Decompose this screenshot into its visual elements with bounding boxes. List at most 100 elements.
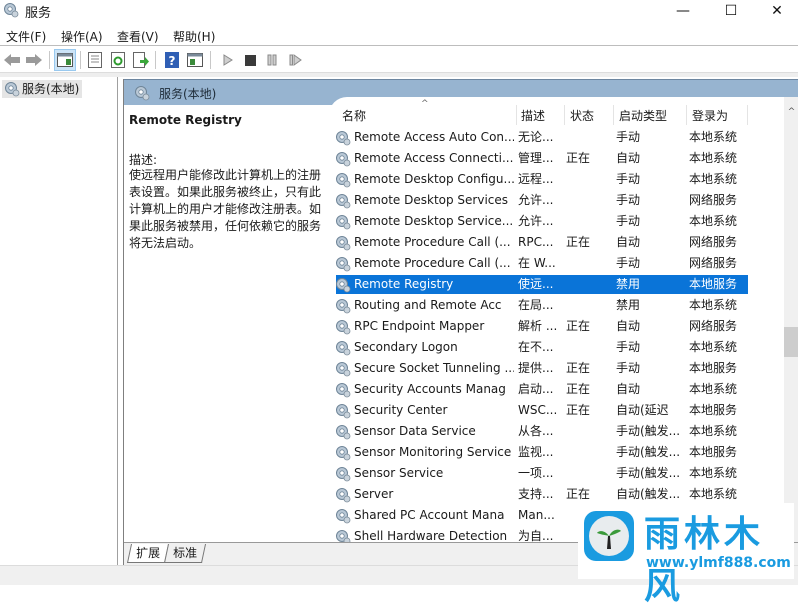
service-gear-icon xyxy=(336,509,351,524)
service-gear-icon xyxy=(336,257,351,272)
export-list-button[interactable] xyxy=(131,50,151,70)
title-bar: 服务 — ☐ ✕ xyxy=(0,0,798,22)
gear-icon xyxy=(5,82,20,97)
service-row[interactable]: Remote Desktop Services 允许... 手动 网络服务 xyxy=(329,190,749,211)
minimize-button[interactable]: — xyxy=(660,0,706,22)
column-divider[interactable] xyxy=(613,105,614,125)
vertical-scrollbar[interactable]: ^ xyxy=(784,97,798,542)
properties-button[interactable] xyxy=(85,50,105,70)
close-button[interactable]: ✕ xyxy=(754,0,798,22)
service-status: 正在 xyxy=(566,382,591,396)
scroll-up-icon[interactable]: ^ xyxy=(784,107,798,122)
show-hide-action-pane-button[interactable] xyxy=(185,50,205,70)
stop-service-button[interactable] xyxy=(240,50,260,70)
maximize-button[interactable]: ☐ xyxy=(708,0,754,22)
console-tree-icon xyxy=(57,53,73,67)
service-gear-icon xyxy=(336,194,351,209)
service-status: 正在 xyxy=(566,403,591,417)
service-row[interactable]: Remote Procedure Call (... RPC... 正在 自动 网络服务 xyxy=(329,232,749,253)
service-row[interactable]: Server 支持... 正在 自动(触发... 本地系统 xyxy=(329,484,749,505)
scrollbar-thumb[interactable] xyxy=(784,327,798,357)
menu-view[interactable]: 查看(V) xyxy=(117,28,159,45)
service-name: Remote Access Auto Con... xyxy=(354,130,514,144)
service-description-cell: 在不... xyxy=(518,340,554,354)
service-description-cell: 管理... xyxy=(518,151,554,165)
service-name: Remote Desktop Service... xyxy=(354,214,514,228)
service-gear-icon xyxy=(336,341,351,356)
service-log-on-as: 本地服务 xyxy=(689,445,738,459)
service-description-cell: 在 W... xyxy=(518,256,556,270)
toolbar-separator xyxy=(210,51,211,69)
close-icon: ✕ xyxy=(771,3,783,19)
service-status: 正在 xyxy=(566,319,591,333)
service-gear-icon xyxy=(336,404,351,419)
selected-service-name: Remote Registry xyxy=(129,113,242,127)
column-divider[interactable] xyxy=(686,105,687,125)
service-gear-icon xyxy=(336,383,351,398)
service-status: 正在 xyxy=(566,235,591,249)
service-description-cell: 从各... xyxy=(518,424,554,438)
service-description-cell: 监视... xyxy=(518,445,554,459)
play-icon xyxy=(223,54,233,66)
service-gear-icon xyxy=(336,467,351,482)
refresh-button[interactable] xyxy=(108,50,128,70)
column-header-startup-type[interactable]: 启动类型 xyxy=(619,107,667,127)
column-header-description[interactable]: 描述 xyxy=(521,107,545,127)
menu-help[interactable]: 帮助(H) xyxy=(173,28,215,45)
service-row[interactable]: Remote Access Auto Con... 无论... 手动 本地系统 xyxy=(329,127,749,148)
svg-text:?: ? xyxy=(169,54,176,68)
service-row[interactable]: Sensor Data Service 从各... 手动(触发... 本地系统 xyxy=(329,421,749,442)
column-divider[interactable] xyxy=(747,105,748,125)
toolbar-separator xyxy=(49,51,50,69)
service-row[interactable]: Remote Desktop Service... 允许... 手动 本地系统 xyxy=(329,211,749,232)
forward-button[interactable] xyxy=(24,50,44,70)
service-gear-icon xyxy=(336,446,351,461)
service-startup-type: 自动 xyxy=(616,319,641,333)
menu-file[interactable]: 文件(F) xyxy=(6,28,46,45)
column-header-log-on-as[interactable]: 登录为 xyxy=(692,107,728,127)
column-header-status[interactable]: 状态 xyxy=(570,107,594,127)
service-row[interactable]: Secure Socket Tunneling ... 提供... 正在 手动 本地服务 xyxy=(329,358,749,379)
service-row[interactable]: Remote Registry 使远... 禁用 本地服务 xyxy=(329,274,749,295)
service-row[interactable]: RPC Endpoint Mapper 解析 ... 正在 自动 网络服务 xyxy=(329,316,749,337)
service-row[interactable]: Remote Procedure Call (... 在 W... 手动 网络服务 xyxy=(329,253,749,274)
pause-service-button[interactable] xyxy=(262,50,282,70)
column-header-name[interactable]: 名称 xyxy=(342,107,366,127)
services-list: ^ 名称 描述 状态 启动类型 登录为 Remote Access Auto C… xyxy=(329,97,798,542)
menu-action[interactable]: 操作(A) xyxy=(61,28,103,45)
tab-extended[interactable]: 扩展 xyxy=(126,544,170,563)
service-row[interactable]: Sensor Service 一项... 手动(触发... 本地系统 xyxy=(329,463,749,484)
service-log-on-as: 本地系统 xyxy=(689,487,738,501)
back-button[interactable] xyxy=(2,50,22,70)
service-log-on-as: 本地系统 xyxy=(689,130,738,144)
service-description-cell: RPC... xyxy=(518,235,554,249)
service-name: Sensor Monitoring Service xyxy=(354,445,512,459)
pane-header-title: 服务(本地) xyxy=(159,87,217,101)
service-name: Security Accounts Manag xyxy=(354,382,506,396)
service-row[interactable]: Security Accounts Manag 启动... 正在 自动 本地系统 xyxy=(329,379,749,400)
tree-item-services-local[interactable]: 服务(本地) xyxy=(2,80,83,98)
column-divider[interactable] xyxy=(564,105,565,125)
service-log-on-as: 本地服务 xyxy=(689,361,738,375)
service-row[interactable]: Secondary Logon 在不... 手动 本地系统 xyxy=(329,337,749,358)
tree-item-label: 服务(本地) xyxy=(22,82,80,96)
help-button[interactable]: ? xyxy=(162,50,182,70)
service-log-on-as: 网络服务 xyxy=(689,193,738,207)
service-startup-type: 禁用 xyxy=(616,298,641,312)
start-service-button[interactable] xyxy=(218,50,238,70)
service-log-on-as: 本地系统 xyxy=(689,424,738,438)
restart-service-button[interactable] xyxy=(285,50,305,70)
service-row[interactable]: Security Center WSC... 正在 自动(延迟 本地服务 xyxy=(329,400,749,421)
gear-icon xyxy=(135,86,150,101)
tab-standard[interactable]: 标准 xyxy=(163,544,207,563)
service-row[interactable]: Sensor Monitoring Service 监视... 手动(触发... 本地… xyxy=(329,442,749,463)
watermark-url: www.ylmf888.com xyxy=(646,555,791,571)
service-row[interactable]: Remote Desktop Configu... 远程... 手动 本地系统 xyxy=(329,169,749,190)
service-row[interactable]: Remote Access Connecti... 管理... 正在 自动 本地系统 xyxy=(329,148,749,169)
action-pane-icon xyxy=(187,53,203,67)
column-divider[interactable] xyxy=(516,105,517,125)
service-description-cell: 为自... xyxy=(518,529,554,542)
service-row[interactable]: Routing and Remote Acc 在局... 禁用 本地系统 xyxy=(329,295,749,316)
service-name: Remote Registry xyxy=(354,277,454,291)
show-hide-console-tree-button[interactable] xyxy=(54,49,76,71)
